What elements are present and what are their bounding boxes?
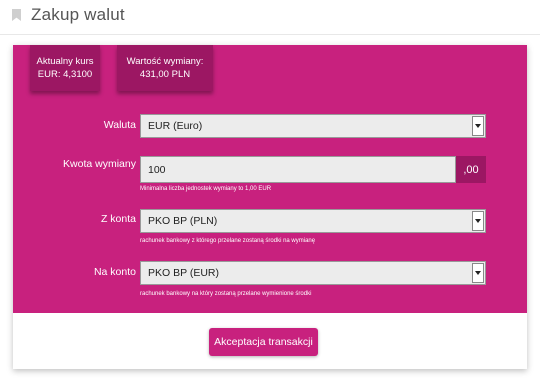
to-account-select-value: PKO BP (EUR) <box>148 267 219 279</box>
current-rate-box: Aktualny kurs EUR: 4,3100 <box>30 45 100 91</box>
from-account-label: Z konta <box>100 213 136 225</box>
to-account-hint: rachunek bankowy na który zostaną przela… <box>140 291 312 297</box>
from-account-select[interactable]: PKO BP (PLN) <box>140 209 486 233</box>
amount-input-value: 100 <box>148 164 166 176</box>
exchange-form: Aktualny kurs EUR: 4,3100 Wartość wymian… <box>13 45 527 313</box>
bookmark-icon <box>12 9 21 21</box>
current-rate-label: Aktualny kurs <box>36 56 94 67</box>
exchange-card: Aktualny kurs EUR: 4,3100 Wartość wymian… <box>13 45 527 369</box>
exchange-value-label: Wartość wymiany: <box>126 56 204 67</box>
amount-decimal-suffix: ,00 <box>456 156 486 183</box>
amount-input[interactable]: 100 <box>140 156 456 183</box>
currency-label: Waluta <box>103 119 136 131</box>
page-header: Zakup walut <box>0 0 540 35</box>
page-title: Zakup walut <box>31 5 125 24</box>
to-account-select[interactable]: PKO BP (EUR) <box>140 261 486 285</box>
from-account-select-value: PKO BP (PLN) <box>148 215 218 227</box>
chevron-down-icon[interactable] <box>472 116 484 136</box>
amount-hint: Minimalna liczba jednostek wymiany to 1,… <box>140 186 272 192</box>
from-account-hint: rachunek bankowy z którego przelane zost… <box>140 238 316 244</box>
currency-select[interactable]: EUR (Euro) <box>140 114 486 138</box>
chevron-down-icon[interactable] <box>472 263 484 283</box>
exchange-value-amount: 431,00 PLN <box>139 69 191 80</box>
chevron-down-icon[interactable] <box>472 211 484 231</box>
currency-select-value: EUR (Euro) <box>148 120 203 132</box>
amount-label: Kwota wymiany <box>63 158 136 170</box>
to-account-label: Na konto <box>93 266 136 278</box>
exchange-value-box: Wartość wymiany: 431,00 PLN <box>117 45 213 91</box>
current-rate-value: EUR: 4,3100 <box>37 69 93 80</box>
accept-transaction-button[interactable]: Akceptacja transakcji <box>209 328 318 356</box>
